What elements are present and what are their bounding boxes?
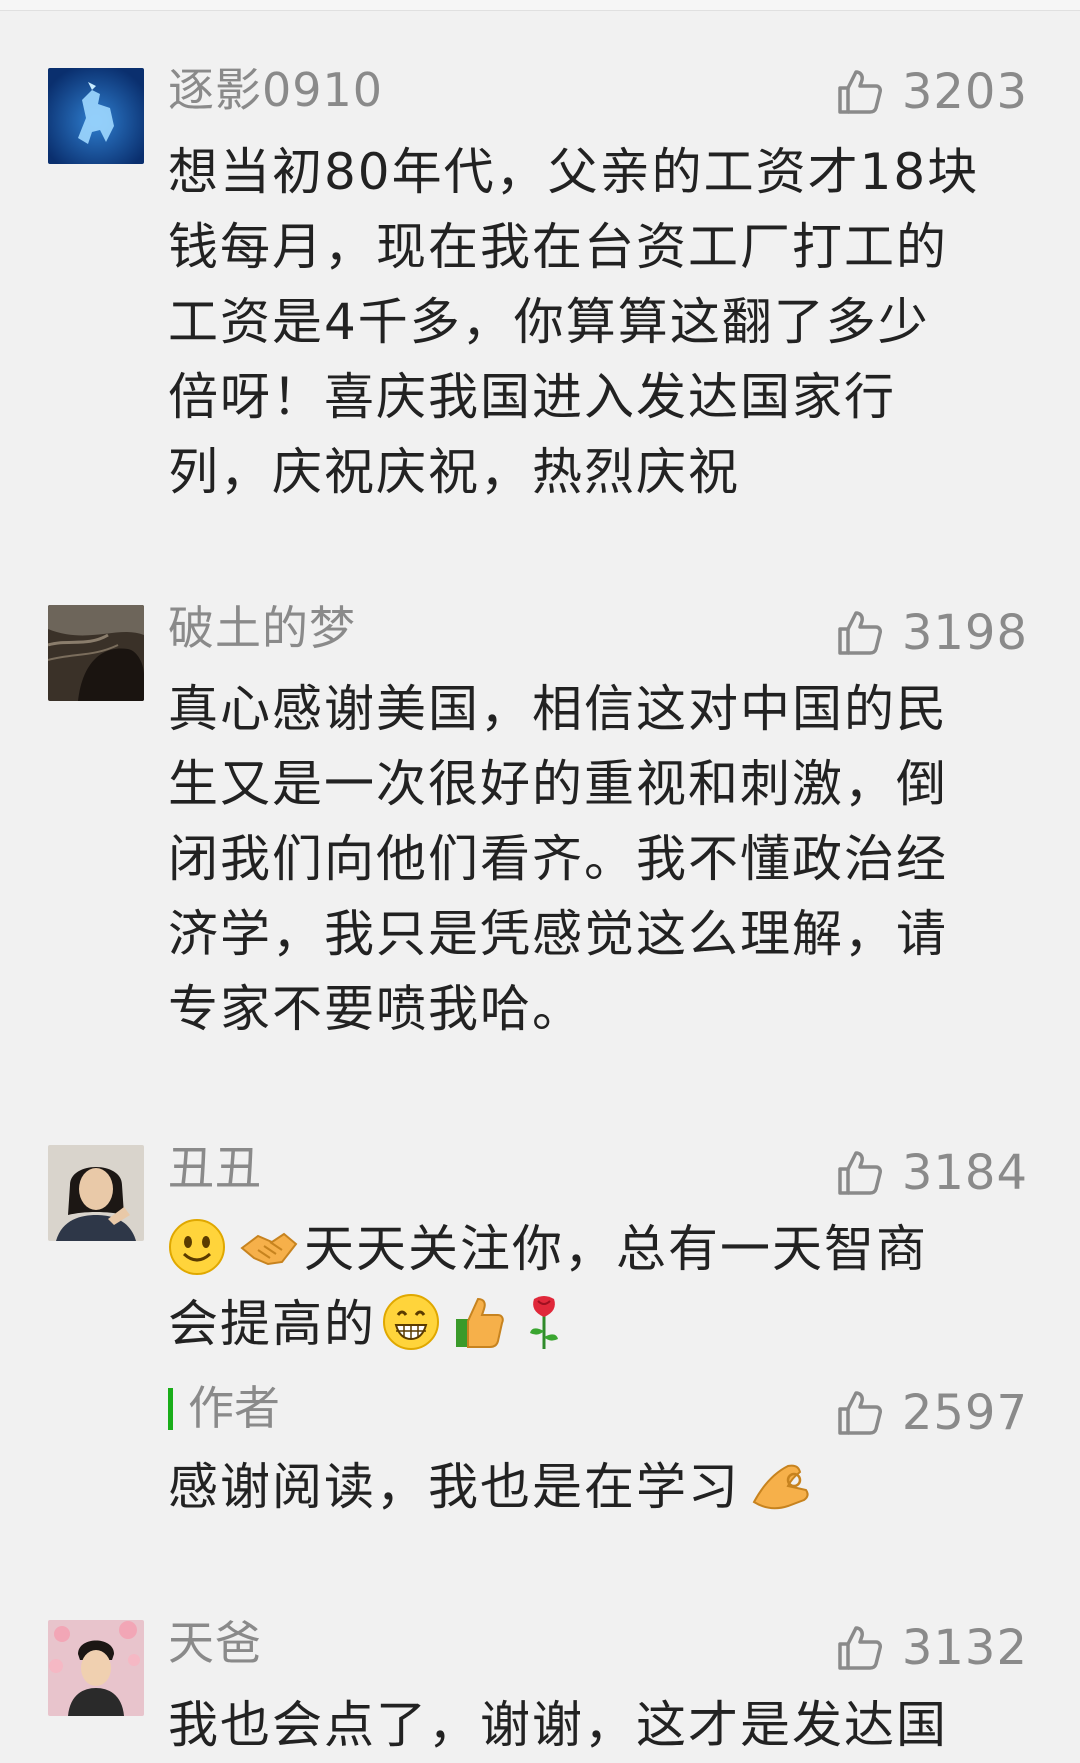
handshake-emoji-icon [238,1218,300,1276]
author-reply-label: 作者 [168,1380,280,1436]
avatar[interactable] [48,1620,144,1716]
smile-emoji-icon [168,1218,226,1276]
comment-nickname: 丑丑 [168,1141,262,1195]
comment-text: 想当初80年代，父亲的工资才18块 钱每月，现在我在台资工厂打工的 工资是4千多… [168,135,1028,510]
avatar[interactable] [48,1145,144,1241]
like-count: 3132 [901,1620,1028,1676]
author-reply-text: 感谢阅读，我也是在学习 [168,1450,1028,1525]
comment-nickname: 逐影0910 [168,63,384,117]
like-count: 3184 [901,1145,1028,1201]
like-count: 3203 [901,64,1028,120]
comment-text-line: 列，庆祝庆祝，热烈庆祝 [168,443,740,501]
comment-text: 天天关注你，总有一天智商 会提高的 [168,1212,1028,1362]
thumb-up-outline-icon [838,70,882,114]
thumb-up-outline-icon [838,1626,882,1670]
comment-text-line: 钱每月，现在我在台资工厂打工的 [168,218,948,276]
comment-text-line: 工资是4千多，你算算这翻了多少 [168,293,930,351]
comment-nickname: 天爸 [168,1616,262,1670]
comment-text-span: 会提高的 [168,1295,376,1353]
like-button[interactable]: 3184 [836,1143,1028,1203]
thumb-up-outline-icon [838,1151,882,1195]
avatar[interactable] [48,68,144,164]
grin-emoji-icon [382,1293,440,1351]
comment-text-line: 想当初80年代，父亲的工资才18块 [168,143,980,201]
thumb-up-outline-icon [838,1391,882,1435]
comment-text-line: 会提高的 [168,1287,1028,1362]
comment-text-line: 我也会点了，谢谢，这才是发达国 [168,1696,948,1754]
like-button[interactable]: 2597 [836,1383,1028,1443]
rose-emoji-icon [524,1293,564,1351]
comment-text: 我也会点了，谢谢，这才是发达国 [168,1688,1028,1763]
avatar[interactable] [48,605,144,701]
comment-text-line: 倍呀！喜庆我国进入发达国家行 [168,368,896,426]
like-button[interactable]: 3132 [836,1618,1028,1678]
top-divider [0,0,1080,11]
like-button[interactable]: 3203 [836,62,1028,122]
like-button[interactable]: 3198 [836,603,1028,663]
comment-text: 真心感谢美国，相信这对中国的民 生又是一次很好的重视和刺激，倒 闭我们向他们看齐… [168,672,1028,1047]
comment-text-line: 生又是一次很好的重视和刺激，倒 [168,755,948,813]
comment-text-span: 天天关注你，总有一天智商 [304,1220,928,1278]
comment-text-line: 专家不要喷我哈。 [168,980,584,1038]
like-count: 2597 [901,1385,1028,1441]
thumbs-up-emoji-icon [450,1293,508,1351]
author-reply-bar [168,1388,173,1430]
author-label-text: 作者 [188,1381,280,1435]
comment-text-line: 闭我们向他们看齐。我不懂政治经 [168,830,948,888]
comment-text-line: 天天关注你，总有一天智商 [168,1212,1028,1287]
thumb-up-outline-icon [838,611,882,655]
like-count: 3198 [901,605,1028,661]
ok-hand-emoji-icon [748,1456,812,1514]
comment-text-line: 真心感谢美国，相信这对中国的民 [168,680,948,738]
comment-nickname: 破土的梦 [168,601,356,655]
comment-text-line: 济学，我只是凭感觉这么理解，请 [168,905,948,963]
author-reply-text-span: 感谢阅读，我也是在学习 [168,1458,740,1516]
